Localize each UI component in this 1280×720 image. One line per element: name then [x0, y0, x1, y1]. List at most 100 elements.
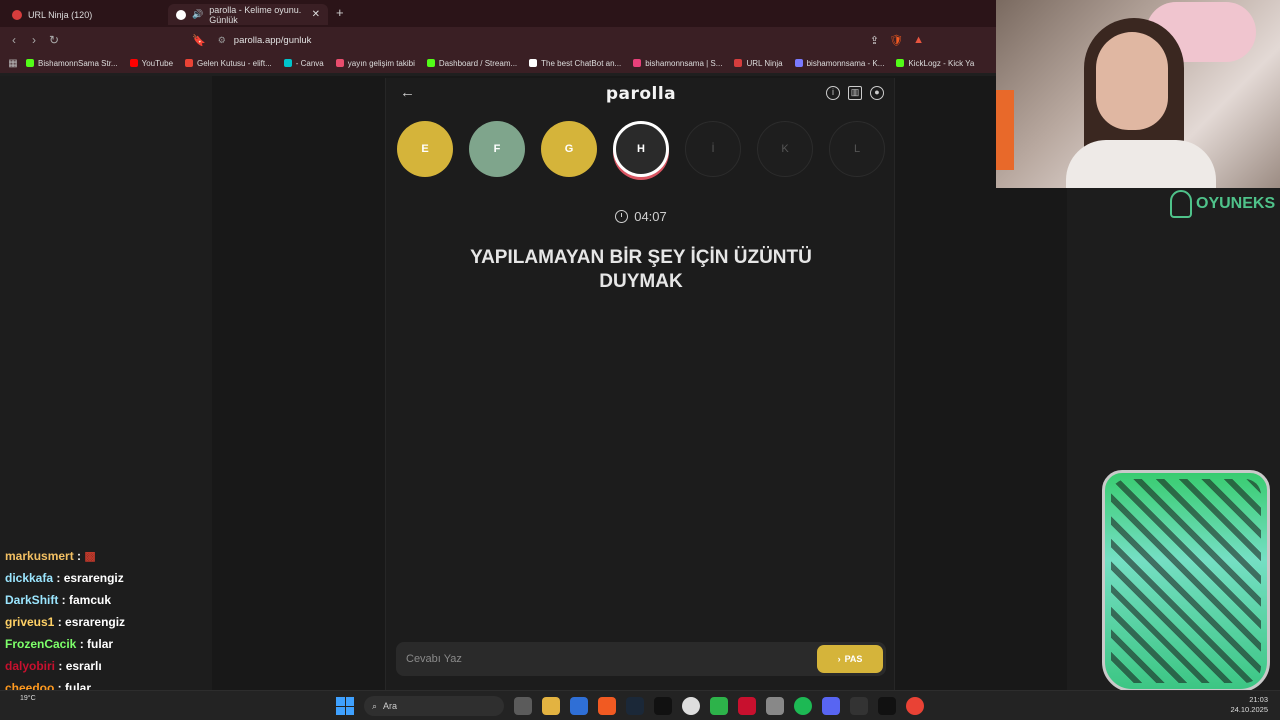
- parolla-favicon-icon: [176, 9, 186, 20]
- bookmark-label: KickLogz - Kick Ya: [908, 58, 975, 68]
- back-icon[interactable]: ←: [400, 84, 415, 101]
- profile-icon[interactable]: ●: [870, 86, 884, 100]
- chat-username[interactable]: dickkafa: [5, 571, 53, 585]
- bookmark-item[interactable]: yayın gelişim takibi: [335, 58, 415, 68]
- pass-button[interactable]: › PAS: [817, 645, 883, 673]
- url-ninja-favicon-icon: [12, 9, 22, 20]
- parolla-game: ← parolla i ▥ ● EFGHİKL 04:07 YAPILAMAYA…: [385, 78, 895, 690]
- bookmark-label: The best ChatBot an...: [541, 58, 622, 68]
- chat-username[interactable]: dalyobiri: [5, 659, 55, 673]
- tab-label: URL Ninja (120): [28, 9, 93, 20]
- settings-icon[interactable]: [766, 697, 784, 715]
- timer: 04:07: [386, 209, 896, 224]
- chat-username[interactable]: DarkShift: [5, 593, 58, 607]
- header-icons: i ▥ ●: [826, 86, 884, 100]
- chat-separator: :: [73, 549, 85, 563]
- apps-grid-icon[interactable]: ▦: [0, 58, 26, 69]
- search-label: Ara: [383, 701, 398, 711]
- bookmark-favicon-icon: [896, 59, 905, 67]
- app-logo: parolla: [605, 84, 677, 104]
- letter-circle: K: [757, 121, 813, 177]
- forward-arrow-icon[interactable]: ›: [24, 33, 44, 47]
- clock-date: 24.10.2025: [1230, 705, 1268, 714]
- letter-circle: H: [613, 121, 669, 177]
- sponsor-logo: OYUNEKS: [1170, 190, 1275, 218]
- close-tab-icon[interactable]: ✕: [312, 9, 320, 20]
- bookmark-icon[interactable]: 🔖: [192, 34, 206, 47]
- pass-label: PAS: [844, 654, 863, 664]
- reload-icon[interactable]: ↻: [44, 33, 64, 47]
- url-text: parolla.app/gunluk: [233, 34, 312, 46]
- chat-separator: :: [55, 659, 66, 673]
- epic-games-icon[interactable]: [654, 697, 672, 715]
- bookmark-label: bishamonnsama - K...: [806, 58, 885, 68]
- task-view-icon[interactable]: [514, 697, 532, 715]
- capcut-icon[interactable]: [878, 697, 896, 715]
- bookmark-favicon-icon: [426, 59, 435, 67]
- bookmark-favicon-icon: [633, 59, 642, 67]
- bookmark-label: Dashboard / Stream...: [438, 58, 518, 68]
- info-icon[interactable]: i: [826, 86, 840, 100]
- share-icon[interactable]: ⇪: [870, 34, 879, 47]
- brave-shield-icon[interactable]: 🛡: [889, 34, 903, 47]
- streamer-body: [1066, 140, 1216, 188]
- taskbar-search[interactable]: ⌕ Ara: [364, 696, 504, 716]
- back-arrow-icon[interactable]: ‹: [4, 33, 24, 47]
- bookmark-item[interactable]: bishamonnsama | S...: [633, 59, 722, 68]
- bookmark-item[interactable]: Gelen Kutusu - elift...: [185, 59, 272, 68]
- bookmark-label: yayın gelişim takibi: [347, 58, 415, 68]
- steam-icon[interactable]: [626, 697, 644, 715]
- bookmark-item[interactable]: BishamonnSama Str...: [26, 59, 118, 68]
- chrome-icon[interactable]: [906, 697, 924, 715]
- taskbar-apps: ⌕ Ara: [336, 696, 924, 716]
- letter-circle: F: [469, 121, 525, 177]
- store-icon[interactable]: [570, 697, 588, 715]
- obs-icon[interactable]: [682, 697, 700, 715]
- spotify-icon[interactable]: [794, 697, 812, 715]
- chat-separator: :: [58, 593, 70, 607]
- bookmark-favicon-icon: [283, 59, 292, 67]
- stats-icon[interactable]: ▥: [848, 86, 862, 100]
- bookmark-favicon-icon: [529, 59, 538, 67]
- discord-icon[interactable]: [822, 697, 840, 715]
- tab-label: parolla - Kelime oyunu. Günlük: [209, 4, 302, 25]
- background-light: [996, 90, 1014, 170]
- chat-separator: :: [53, 571, 64, 585]
- chat-separator: :: [54, 615, 66, 629]
- kick-pattern: [1111, 479, 1261, 683]
- bookmark-item[interactable]: Dashboard / Stream...: [426, 58, 518, 68]
- chat-username[interactable]: markusmert: [5, 549, 74, 563]
- xbox-icon[interactable]: [710, 697, 728, 715]
- bookmark-item[interactable]: KickLogz - Kick Ya: [896, 59, 974, 68]
- weather-temp[interactable]: 19°C: [20, 695, 36, 702]
- file-explorer-icon[interactable]: [542, 697, 560, 715]
- davinci-icon[interactable]: [850, 697, 868, 715]
- chat-username[interactable]: griveus1: [5, 615, 54, 629]
- new-tab-button[interactable]: +: [336, 5, 344, 20]
- url-field[interactable]: ⚙ parolla.app/gunluk: [218, 35, 312, 46]
- clock-time: 21:03: [1249, 695, 1268, 704]
- bookmark-item[interactable]: The best ChatBot an...: [529, 59, 621, 68]
- chat-separator: :: [76, 637, 88, 651]
- chat-username[interactable]: FrozenCacik: [5, 637, 76, 651]
- address-bar-row: ‹ › ↻ 🔖 ⚙ parolla.app/gunluk ⇪ 🛡 ▲: [0, 27, 996, 53]
- bookmark-favicon-icon: [26, 59, 34, 67]
- brave-rewards-icon[interactable]: ▲: [913, 34, 924, 47]
- bookmark-favicon-icon: [794, 59, 803, 67]
- chat-message: dalyobiri : esrarlı: [5, 655, 125, 677]
- tab-url-ninja[interactable]: URL Ninja (120): [4, 4, 164, 25]
- bookmark-item[interactable]: YouTube: [129, 59, 173, 68]
- bookmark-item[interactable]: URL Ninja: [734, 59, 783, 68]
- glass-overlay-graphic: [1102, 470, 1270, 692]
- system-clock[interactable]: 21:03 24.10.2025: [1230, 695, 1268, 715]
- windows-start-icon[interactable]: [336, 697, 354, 715]
- brave-icon[interactable]: [598, 697, 616, 715]
- site-settings-icon[interactable]: ⚙: [218, 35, 226, 46]
- bookmark-item[interactable]: bishamonnsama - K...: [794, 58, 885, 68]
- app-icon[interactable]: [738, 697, 756, 715]
- answer-input[interactable]: [396, 642, 817, 676]
- bookmark-item[interactable]: - Canva: [283, 59, 324, 68]
- bookmark-favicon-icon: [185, 59, 194, 67]
- tab-parolla[interactable]: 🔊 parolla - Kelime oyunu. Günlük ✕: [168, 4, 328, 25]
- browser-tab-bar: URL Ninja (120) 🔊 parolla - Kelime oyunu…: [0, 0, 996, 27]
